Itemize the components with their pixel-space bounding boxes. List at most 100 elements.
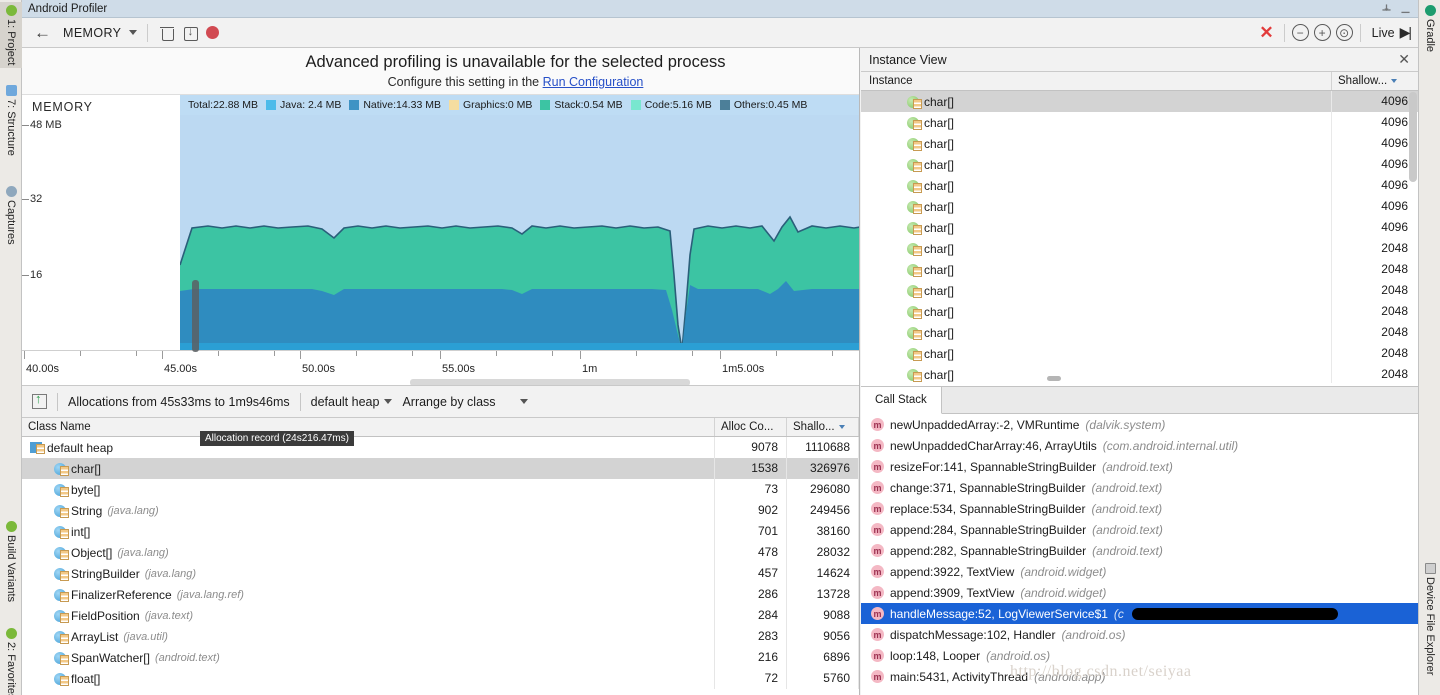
record-button[interactable]: [206, 26, 220, 39]
discard-recording-button[interactable]: [158, 24, 176, 42]
toolbar-divider: [299, 392, 301, 411]
instance-row[interactable]: char[] 4096: [861, 112, 1418, 133]
legend-swatch-code: [630, 100, 641, 110]
instance-row[interactable]: char[] 2048: [861, 238, 1418, 259]
minimize-icon[interactable]: [1399, 2, 1412, 15]
column-header-shallow-size[interactable]: Shallo...: [787, 418, 859, 436]
class-icon: [54, 504, 69, 518]
instance-row[interactable]: char[] 4096: [861, 154, 1418, 175]
timeline-axis[interactable]: 40.00s 45.00s 50.00s 55.00s 1m 1m5.00s: [22, 350, 859, 386]
call-stack-row[interactable]: m resizeFor:141, SpannableStringBuilder (a…: [861, 456, 1418, 477]
table-row[interactable]: StringBuilder (java.lang) 457 14624: [22, 563, 859, 584]
gradle-icon: [1424, 5, 1436, 16]
table-row[interactable]: SpanWatcher[] (android.text) 216 6896: [22, 647, 859, 668]
instance-row[interactable]: char[] 2048: [861, 343, 1418, 364]
zoom-out-button[interactable]: −: [1291, 24, 1309, 41]
call-stack-row[interactable]: m append:3922, TextView (android.widget): [861, 561, 1418, 582]
sidebar-item-project[interactable]: 1: Project: [0, 2, 22, 69]
table-row[interactable]: char[] 1538 326976: [22, 458, 859, 479]
instance-table-body[interactable]: char[] 4096 char[] 4096 char[] 4096 char[] 4096…: [861, 91, 1418, 383]
call-stack-row[interactable]: m newUnpaddedCharArray:46, ArrayUtils (com…: [861, 435, 1418, 456]
live-label[interactable]: Live: [1372, 26, 1395, 40]
allocation-range-label: Allocations from 45s33ms to 1m9s46ms: [68, 394, 290, 409]
class-name-cell: float[]: [22, 668, 715, 689]
sidebar-item-gradle[interactable]: Gradle: [1419, 2, 1440, 55]
axis-tick: [832, 351, 833, 356]
run-configuration-link[interactable]: Run Configuration: [543, 75, 644, 89]
class-name-label: char[]: [71, 461, 102, 476]
call-stack-row[interactable]: m append:3909, TextView (android.widget): [861, 582, 1418, 603]
right-pane: Instance View ✕ Instance Shallow... char…: [861, 48, 1418, 695]
call-stack-row[interactable]: m newUnpaddedArray:-2, VMRuntime (dalvik.s…: [861, 414, 1418, 435]
instance-row[interactable]: char[] 4096: [861, 133, 1418, 154]
call-stack-row[interactable]: m append:284, SpannableStringBuilder (andr…: [861, 519, 1418, 540]
table-row[interactable]: byte[] 73 296080: [22, 479, 859, 500]
axis-tick: [274, 351, 275, 356]
zoom-in-button[interactable]: +: [1313, 24, 1331, 41]
column-header-alloc-count[interactable]: Alloc Co...: [715, 418, 787, 436]
instance-row[interactable]: char[] 2048: [861, 322, 1418, 343]
class-icon: [54, 588, 69, 602]
instance-row[interactable]: char[] 2048: [861, 259, 1418, 280]
table-row[interactable]: float[] 72 5760: [22, 668, 859, 689]
table-row[interactable]: FinalizerReference (java.lang.ref) 286 1372…: [22, 584, 859, 605]
tabs-filler: [941, 387, 1418, 414]
axis-tick: [776, 351, 777, 356]
column-header-instance-shallow[interactable]: Shallow...: [1332, 72, 1418, 90]
instance-icon: [907, 158, 922, 172]
instance-row[interactable]: char[] 4096: [861, 217, 1418, 238]
instance-row[interactable]: char[] 2048: [861, 301, 1418, 322]
table-row[interactable]: String (java.lang) 902 249456: [22, 500, 859, 521]
instance-name-label: char[]: [924, 157, 955, 172]
instance-horizontal-scrollbar[interactable]: [861, 376, 1408, 383]
table-row[interactable]: FieldPosition (java.text) 284 9088: [22, 605, 859, 626]
instance-name-label: char[]: [924, 136, 955, 151]
tab-call-stack[interactable]: Call Stack: [861, 387, 942, 414]
sidebar-item-build-variants[interactable]: Build Variants: [0, 518, 22, 605]
call-stack-row[interactable]: m append:282, SpannableStringBuilder (andr…: [861, 540, 1418, 561]
instance-row[interactable]: char[] 4096: [861, 196, 1418, 217]
settings-icon[interactable]: [1380, 2, 1393, 15]
time-label: 45.00s: [164, 363, 198, 375]
legend-swatch-stack: [540, 100, 551, 110]
column-header-instance[interactable]: Instance: [861, 72, 1332, 90]
call-stack-package: (android.text): [1092, 543, 1163, 558]
call-stack-row[interactable]: m handleMessage:52, LogViewerService$1 (c: [861, 603, 1418, 624]
time-label: 1m: [582, 363, 598, 375]
class-name-label: ArrayList: [71, 629, 119, 644]
call-stack-row[interactable]: m dispatchMessage:102, Handler (android.os…: [861, 624, 1418, 645]
axis-tick: [136, 351, 137, 356]
sidebar-item-device-file-explorer[interactable]: Device File Explorer: [1419, 560, 1440, 678]
instance-row[interactable]: char[] 4096: [861, 175, 1418, 196]
column-header-class-name[interactable]: Class Name: [22, 418, 715, 436]
instance-icon: [907, 179, 922, 193]
instance-name-cell: char[]: [861, 91, 1332, 112]
chevron-down-icon[interactable]: [129, 30, 138, 35]
call-stack-body[interactable]: m newUnpaddedArray:-2, VMRuntime (dalvik.s…: [861, 414, 1418, 695]
jump-to-live-icon[interactable]: ▶|: [1400, 24, 1412, 41]
profiler-mode-label[interactable]: MEMORY: [63, 26, 121, 40]
call-stack-row[interactable]: m change:371, SpannableStringBuilder (andr…: [861, 477, 1418, 498]
sidebar-item-favorites[interactable]: 2: Favorites: [0, 625, 22, 695]
axis-tick: [440, 351, 441, 359]
arrange-select[interactable]: Arrange by class: [402, 395, 528, 409]
table-row[interactable]: default heap 9078 1110688: [22, 437, 859, 458]
selection-handle-left[interactable]: [192, 280, 199, 352]
instance-row[interactable]: char[] 4096: [861, 91, 1418, 112]
legend-item-total: Total:22.88 MB: [188, 99, 258, 111]
heap-select[interactable]: default heap: [311, 395, 393, 409]
table-row[interactable]: Object[] (java.lang) 478 28032: [22, 542, 859, 563]
close-session-button[interactable]: ✕: [1256, 24, 1276, 41]
instance-row[interactable]: char[] 2048: [861, 280, 1418, 301]
call-stack-row[interactable]: m replace:534, SpannableStringBuilder (and…: [861, 498, 1418, 519]
reset-zoom-button[interactable]: ⊙: [1335, 24, 1353, 41]
table-row[interactable]: int[] 701 38160: [22, 521, 859, 542]
table-row[interactable]: ArrayList (java.util) 283 9056: [22, 626, 859, 647]
back-button[interactable]: ←: [30, 23, 55, 43]
sidebar-item-structure[interactable]: 7: Structure: [0, 82, 22, 159]
export-allocations-icon[interactable]: [32, 391, 47, 409]
close-icon[interactable]: ✕: [1398, 51, 1410, 68]
export-recording-button[interactable]: [184, 24, 199, 41]
sidebar-item-captures[interactable]: Captures: [0, 183, 22, 248]
instance-vertical-scrollbar[interactable]: [1409, 92, 1417, 182]
